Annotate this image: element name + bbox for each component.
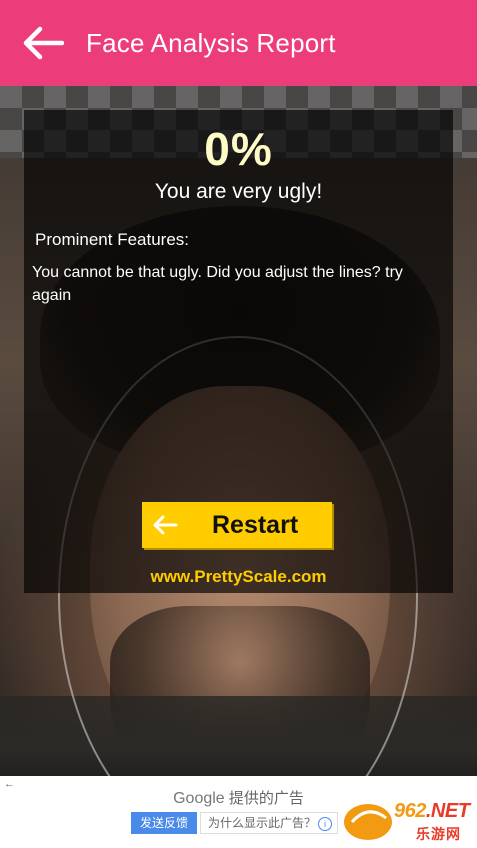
page-title: Face Analysis Report [86, 27, 336, 58]
result-panel: 0% You are very ugly! Prominent Features… [24, 110, 453, 593]
watermark-domain: 962.NET [394, 800, 470, 822]
ad-provided-text: 提供的广告 [228, 790, 304, 807]
info-icon: i [318, 817, 333, 831]
watermark-962: 962.NET 乐游网 [342, 800, 476, 846]
restart-label: Restart [212, 510, 299, 539]
verdict-text: You are very ugly! [154, 180, 323, 203]
962-logo-icon [344, 804, 392, 840]
why-this-ad-button[interactable]: 为什么显示此广告？ i [200, 812, 338, 834]
features-heading: Prominent Features: [35, 230, 190, 249]
website-link[interactable]: www.PrettyScale.com [24, 567, 453, 587]
app-bar: Face Analysis Report [0, 0, 477, 86]
why-this-ad-label: 为什么显示此广告？ [208, 816, 317, 830]
arrow-left-icon [142, 502, 188, 548]
score-value: 0% [204, 123, 273, 175]
features-text: You cannot be that ugly. Did you adjust … [32, 264, 403, 304]
watermark-cn: 乐游网 [416, 826, 461, 842]
back-button[interactable] [0, 0, 86, 86]
arrow-left-icon [23, 26, 64, 60]
send-feedback-button[interactable]: 发送反馈 [131, 812, 197, 834]
restart-button[interactable]: Restart [142, 502, 332, 548]
google-brand: Google [173, 790, 225, 807]
